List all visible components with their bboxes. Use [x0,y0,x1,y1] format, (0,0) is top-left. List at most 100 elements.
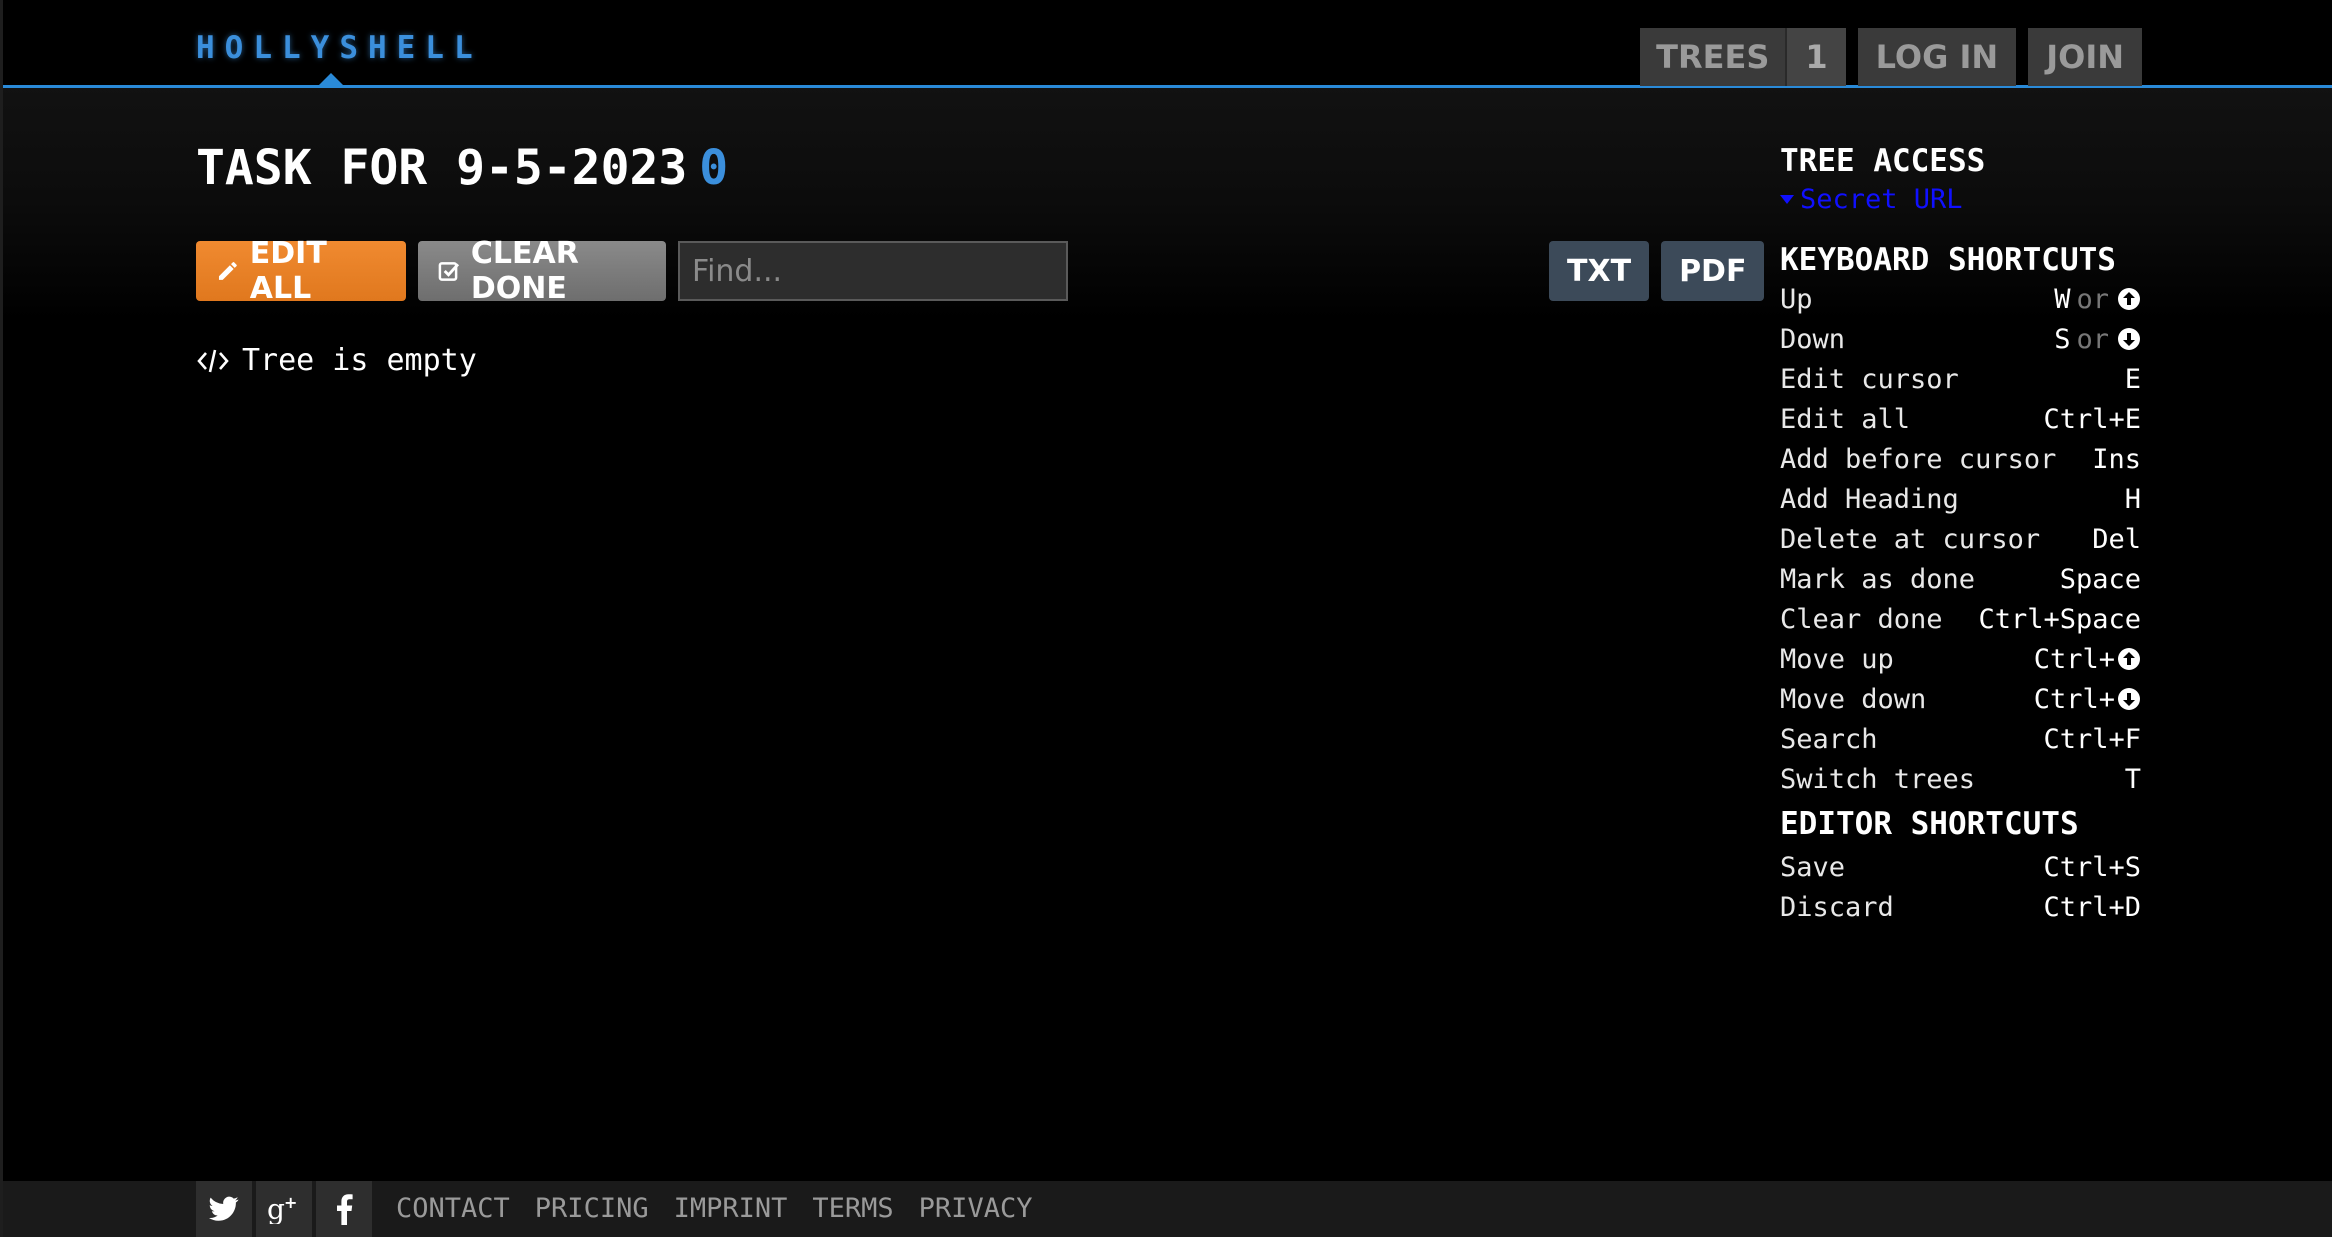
pencil-icon [218,262,237,280]
pdf-button[interactable]: PDF [1661,241,1765,301]
contact-link[interactable]: CONTACT [396,1193,510,1224]
editor-shortcuts-heading: EDITOR SHORTCUTS [1780,806,2079,842]
secret-url-link[interactable]: Secret URL [1780,184,2141,215]
logo[interactable]: HOLLYSHELL [196,30,483,66]
keyboard-shortcuts-heading: KEYBOARD SHORTCUTS [1780,242,2116,278]
shortcut-row: Add Heading H [1780,479,2141,519]
shortcut-row: Edit cursor E [1780,359,2141,399]
shortcut-keys: Ctrl+S [2043,852,2141,883]
twitter-button[interactable] [196,1181,252,1237]
shortcut-keys: Ctrl+D [2043,892,2141,923]
clear-done-button[interactable]: CLEAR DONE [418,236,666,306]
clear-done-label: CLEAR DONE [470,236,579,306]
sidebar: TREE ACCESS Secret URL KEYBOARD SHORTCUT… [1780,142,2141,927]
export-buttons: TXT PDF [1549,241,1765,301]
shortcut-keys: Del [2092,524,2141,555]
checkbox-icon [438,262,460,281]
terms-link[interactable]: TERMS [812,1193,893,1224]
shortcut-action: Edit all [1780,403,1911,435]
imprint-link[interactable]: IMPRINT [674,1193,788,1224]
tree-access-heading: TREE ACCESS [1780,143,1986,179]
privacy-link[interactable]: PRIVACY [919,1193,1033,1224]
txt-button[interactable]: TXT [1549,241,1650,301]
shortcut-action: Search [1780,723,1878,755]
edit-all-label: EDIT ALL [249,236,327,306]
trees-count: 1 [1785,28,1846,86]
arrow-up-circle-icon [2118,648,2140,670]
shortcut-keys: Ctrl+ [2034,684,2141,715]
facebook-button[interactable] [316,1181,372,1237]
shortcut-keys: Wor [2054,284,2141,315]
shortcut-row: Search Ctrl+F [1780,719,2141,759]
shortcut-keys: E [2125,364,2141,395]
shortcut-action: Clear done [1780,603,1943,635]
shortcut-key: Ctrl+D [2043,891,2141,923]
empty-tree-message: Tree is empty [196,343,477,378]
arrow-down-circle-icon [2118,688,2140,710]
shortcut-action: Edit cursor [1780,363,1959,395]
keyboard-shortcuts-list: Up Wor Down Sor Edit cursor E Edit all Ctrl+E Ad… [1780,279,2141,799]
shortcut-row: Move down Ctrl+ [1780,679,2141,719]
empty-tree-text: Tree is empty [242,343,477,378]
shortcut-key: Ctrl+ [2033,643,2115,675]
shortcut-action: Move up [1780,643,1894,675]
shortcut-key: Ctrl+ [2033,683,2115,715]
pricing-link[interactable]: PRICING [535,1193,649,1224]
shortcut-keys: Ctrl+F [2043,724,2141,755]
shortcut-key: Ctrl+S [2043,851,2141,883]
trees-button[interactable]: TREES 1 [1640,28,1846,86]
code-icon [197,349,229,372]
shortcut-row: Edit all Ctrl+E [1780,399,2141,439]
shortcut-row: Mark as done Space [1780,559,2141,599]
login-button[interactable]: LOG IN [1857,28,2017,86]
arrow-up-circle-icon [2118,288,2140,310]
shortcut-row: Save Ctrl+S [1780,847,2141,887]
edit-all-button[interactable]: EDIT ALL [196,236,406,306]
shortcut-keys: Sor [2054,324,2141,355]
top-nav: TREES 1 LOG IN JOIN [1640,28,2142,86]
shortcut-action: Down [1780,323,1846,355]
shortcut-row: Discard Ctrl+D [1780,887,2141,927]
logo-pointer [317,73,345,87]
page-title-text: TASK FOR 9-5-2023 [196,140,688,196]
shortcut-action: Save [1780,851,1846,883]
shortcut-key: Del [2092,523,2141,555]
shortcut-keys: Ctrl+Space [1978,604,2141,635]
shortcut-key: Space [2059,563,2141,595]
arrow-down-circle-icon [2118,328,2140,350]
shortcut-keys: T [2125,764,2141,795]
shortcut-keys: Ctrl+ [2034,644,2141,675]
shortcut-key: W [2054,283,2071,315]
shortcut-key: T [2124,763,2141,795]
shortcut-action: Delete at cursor [1780,523,2041,555]
secret-url-label: Secret URL [1800,184,1963,215]
page-title: TASK FOR 9-5-2023 0 [196,140,728,196]
editor-shortcuts-list: Save Ctrl+S Discard Ctrl+D [1780,847,2141,927]
top-bar: HOLLYSHELL TREES 1 LOG IN JOIN [3,0,2332,88]
shortcut-row: Delete at cursor Del [1780,519,2141,559]
footer: g + CONTACT PRICING IMPRINT TERMS PRIVACY [3,1181,2332,1237]
toolbar: EDIT ALL CLEAR DONE [196,236,1068,306]
shortcut-keys: Space [2060,564,2141,595]
shortcut-or: or [2076,283,2109,315]
twitter-icon [209,1196,239,1221]
shortcut-key: Ctrl+F [2043,723,2141,755]
shortcut-action: Add Heading [1780,483,1959,515]
task-count: 0 [699,140,729,196]
shortcut-key: E [2124,363,2141,395]
google-plus-button[interactable]: g + [256,1181,312,1237]
shortcut-row: Switch trees T [1780,759,2141,799]
shortcut-keys: H [2125,484,2141,515]
shortcut-keys: Ins [2092,444,2141,475]
shortcut-action: Up [1780,283,1813,315]
social-links: g + [196,1181,372,1237]
shortcut-action: Mark as done [1780,563,1976,595]
shortcut-key: Ins [2092,443,2141,475]
google-plus-icon: g + [267,1194,297,1224]
join-button[interactable]: JOIN [2028,28,2142,86]
svg-text:g: g [267,1194,285,1224]
caret-down-icon [1780,195,1794,204]
shortcut-key: Ctrl+E [2043,403,2141,435]
find-input[interactable] [678,241,1068,301]
shortcut-action: Add before cursor [1780,443,2057,475]
